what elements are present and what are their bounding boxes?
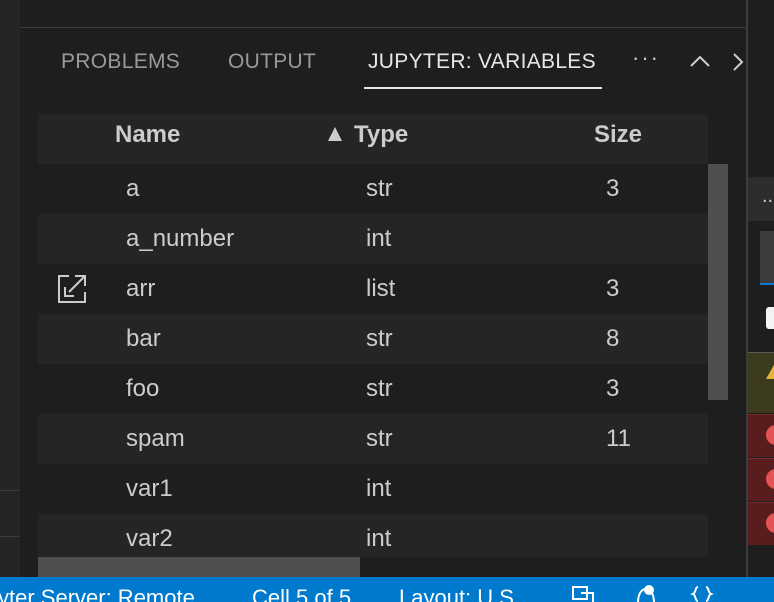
error-icon xyxy=(766,469,774,489)
side-pane-tab-label: ... xyxy=(762,185,774,207)
table-row[interactable]: arr list 3 xyxy=(38,264,708,314)
table-row[interactable]: a_number int xyxy=(38,214,708,264)
tab-output[interactable]: OUTPUT xyxy=(228,50,316,74)
variable-type: str xyxy=(366,375,393,402)
status-bar: yter Server: Remote Cell 5 of 5 Layout: … xyxy=(0,577,774,602)
remote-explorer-icon[interactable] xyxy=(571,583,595,602)
warning-item[interactable] xyxy=(748,352,774,413)
error-icon xyxy=(766,425,774,445)
panel-tab-bar: PROBLEMS OUTPUT JUPYTER: VARIABLES ··· xyxy=(20,28,746,100)
variable-name: a_number xyxy=(126,225,235,252)
table-row[interactable]: var1 int xyxy=(38,464,708,514)
error-item[interactable] xyxy=(748,502,774,545)
tab-problems[interactable]: PROBLEMS xyxy=(61,50,180,74)
editor-divider xyxy=(0,490,20,491)
variable-name: a xyxy=(126,175,140,202)
warning-icon xyxy=(766,363,774,379)
table-row[interactable]: bar str 8 xyxy=(38,314,708,364)
variable-type: int xyxy=(366,475,392,502)
error-icon xyxy=(766,513,774,533)
table-row[interactable]: foo str 3 xyxy=(38,364,708,414)
variable-size: 8 xyxy=(606,325,620,352)
table-header: Name Type Size xyxy=(38,114,708,164)
notification-bell-icon[interactable] xyxy=(634,583,658,602)
editor-edge xyxy=(0,0,20,577)
side-pane-checkbox[interactable] xyxy=(766,307,774,329)
variable-type: str xyxy=(366,175,393,202)
variable-type: int xyxy=(366,225,392,252)
active-tab-indicator xyxy=(364,87,602,89)
tab-jupyter-variables[interactable]: JUPYTER: VARIABLES xyxy=(368,50,596,74)
variable-size: 11 xyxy=(606,425,631,452)
collapse-panel-icon[interactable] xyxy=(688,50,712,74)
vertical-scrollbar-thumb[interactable] xyxy=(708,164,728,400)
variable-size: 3 xyxy=(606,375,620,402)
table-row[interactable]: var2 int xyxy=(38,514,708,557)
side-pane-input[interactable] xyxy=(760,231,774,285)
variable-size: 3 xyxy=(606,275,620,302)
status-jupyter-server[interactable]: yter Server: Remote xyxy=(0,585,195,602)
table-row[interactable]: spam str 11 xyxy=(38,414,708,464)
variable-name: var2 xyxy=(126,525,173,552)
status-cell-position[interactable]: Cell 5 of 5 xyxy=(252,585,351,602)
variable-name: spam xyxy=(126,425,185,452)
sort-ascending-icon xyxy=(326,125,344,143)
horizontal-scrollbar-thumb[interactable] xyxy=(38,557,360,577)
variable-type: str xyxy=(366,425,393,452)
variable-name: var1 xyxy=(126,475,173,502)
variable-type: list xyxy=(366,275,396,302)
right-side-pane: ... xyxy=(748,0,774,577)
open-in-data-viewer-icon[interactable] xyxy=(56,273,88,305)
variables-table: Name Type Size a str 3 a_number int arr … xyxy=(38,114,708,557)
table-row[interactable]: a str 3 xyxy=(38,164,708,214)
variable-name: bar xyxy=(126,325,161,352)
variable-type: int xyxy=(366,525,392,552)
braces-icon[interactable] xyxy=(689,583,715,602)
error-item[interactable] xyxy=(748,414,774,457)
variable-name: arr xyxy=(126,275,156,302)
variable-name: foo xyxy=(126,375,160,402)
side-pane-tab[interactable]: ... xyxy=(748,177,774,221)
column-header-size[interactable]: Size xyxy=(594,121,642,149)
error-item[interactable] xyxy=(748,458,774,501)
panel-top-edge xyxy=(20,0,746,28)
chevron-right-icon[interactable] xyxy=(730,50,746,74)
variable-size: 3 xyxy=(606,175,620,202)
column-header-name[interactable]: Name xyxy=(115,121,180,149)
status-keyboard-layout[interactable]: Layout: U.S. xyxy=(399,585,520,602)
more-actions-button[interactable]: ··· xyxy=(632,45,660,71)
variable-type: str xyxy=(366,325,393,352)
column-header-type[interactable]: Type xyxy=(354,121,408,149)
editor-divider xyxy=(0,536,20,537)
